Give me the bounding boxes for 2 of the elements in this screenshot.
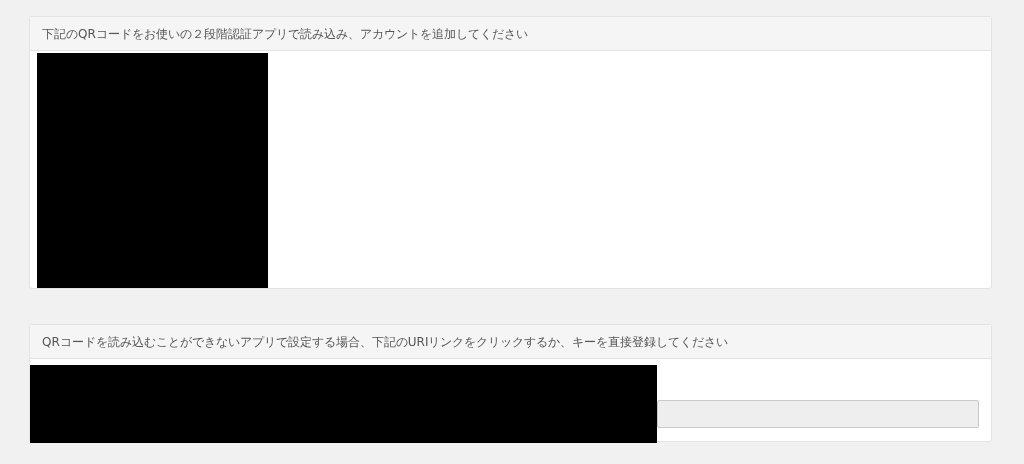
panel-header: 下記のQRコードをお使いの２段階認証アプリで読み込み、アカウントを追加してください: [30, 17, 991, 51]
panel-header: QRコードを読み込むことができないアプリで設定する場合、下記のURIリンクをクリックするか、キーを直接登録してください: [30, 325, 991, 359]
